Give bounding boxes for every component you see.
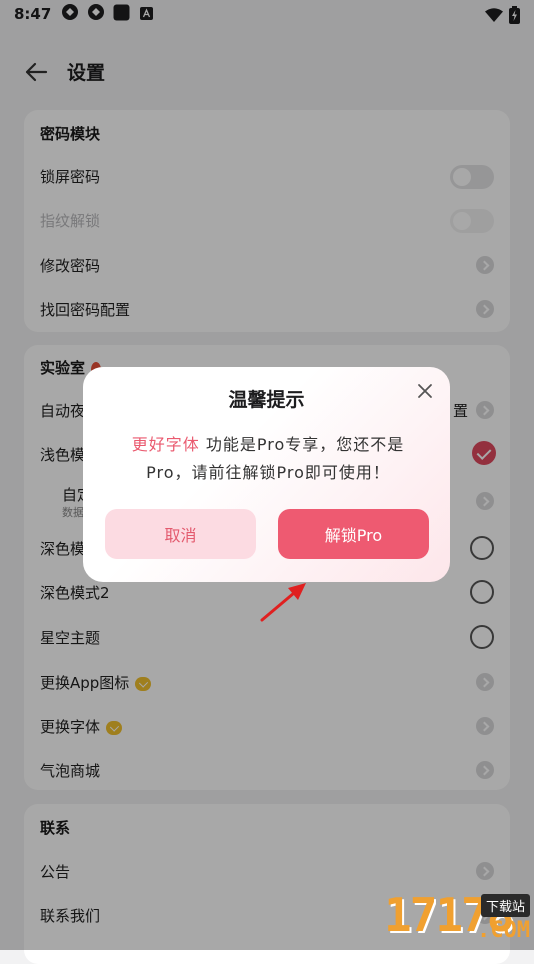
dialog-message-line2: Pro，请前往解锁Pro即可使用！ bbox=[146, 463, 390, 482]
close-icon[interactable] bbox=[416, 382, 434, 400]
watermark-logo: 17178 下载站 .COM bbox=[304, 886, 534, 950]
dialog-message-line1: 功能是Pro专享，您还不是 bbox=[199, 435, 405, 454]
dialog-message: 更好字体 功能是Pro专享，您还不是 Pro，请前往解锁Pro即可使用！ bbox=[113, 431, 423, 487]
annotation-arrow-icon bbox=[260, 583, 306, 622]
pro-dialog: 温馨提示 更好字体 功能是Pro专享，您还不是 Pro，请前往解锁Pro即可使用… bbox=[83, 367, 450, 582]
watermark-domain: .COM bbox=[477, 918, 530, 943]
dialog-title: 温馨提示 bbox=[228, 389, 305, 411]
watermark-tag: 下载站 bbox=[480, 894, 530, 917]
unlock-pro-button[interactable]: 解锁Pro bbox=[278, 509, 429, 559]
dialog-highlight: 更好字体 bbox=[131, 435, 200, 454]
cancel-button[interactable]: 取消 bbox=[105, 509, 256, 559]
